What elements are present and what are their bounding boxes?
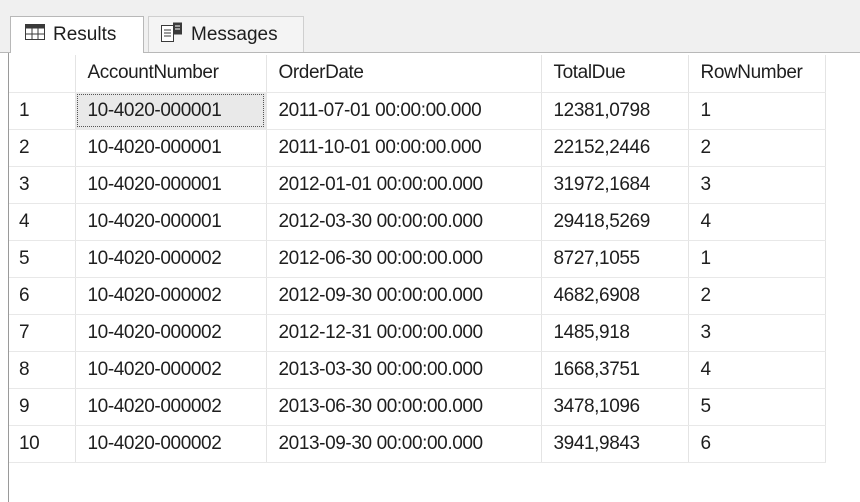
total-due-cell[interactable]: 31972,1684 bbox=[541, 166, 689, 204]
header-account-number[interactable]: AccountNumber bbox=[75, 55, 267, 93]
table-row[interactable]: 7 10-4020-000002 2012-12-31 00:00:00.000 14… bbox=[9, 314, 826, 352]
header-order-date[interactable]: OrderDate bbox=[266, 55, 542, 93]
row-number-header[interactable] bbox=[9, 55, 76, 93]
row-header-cell[interactable]: 4 bbox=[9, 203, 76, 241]
tab-results[interactable]: Results bbox=[10, 16, 144, 53]
order-date-cell[interactable]: 2012-12-31 00:00:00.000 bbox=[266, 314, 542, 352]
order-date-cell[interactable]: 2011-10-01 00:00:00.000 bbox=[266, 129, 542, 167]
row-header-cell[interactable]: 1 bbox=[9, 92, 76, 130]
row-number-cell[interactable]: 1 bbox=[688, 92, 826, 130]
table-row[interactable]: 8 10-4020-000002 2013-03-30 00:00:00.000 16… bbox=[9, 351, 826, 389]
row-header-cell[interactable]: 5 bbox=[9, 240, 76, 278]
row-number-cell[interactable]: 6 bbox=[688, 425, 826, 463]
row-header-cell[interactable]: 3 bbox=[9, 166, 76, 204]
account-number-cell[interactable]: 10-4020-000002 bbox=[75, 425, 267, 463]
table-row[interactable]: 5 10-4020-000002 2012-06-30 00:00:00.000 87… bbox=[9, 240, 826, 278]
account-number-cell[interactable]: 10-4020-000002 bbox=[75, 314, 267, 352]
grid-header-row: AccountNumber OrderDate TotalDue RowNumber bbox=[9, 55, 826, 93]
row-header-cell[interactable]: 8 bbox=[9, 351, 76, 389]
tab-messages[interactable]: Messages bbox=[148, 16, 304, 52]
order-date-cell[interactable]: 2012-01-01 00:00:00.000 bbox=[266, 166, 542, 204]
row-number-cell[interactable]: 2 bbox=[688, 129, 826, 167]
table-row[interactable]: 6 10-4020-000002 2012-09-30 00:00:00.000 46… bbox=[9, 277, 826, 315]
table-row[interactable]: 3 10-4020-000001 2012-01-01 00:00:00.000 31… bbox=[9, 166, 826, 204]
tab-messages-label: Messages bbox=[191, 23, 278, 45]
results-tab-bar: Results Messages bbox=[0, 6, 860, 53]
row-header-cell[interactable]: 7 bbox=[9, 314, 76, 352]
account-number-cell[interactable]: 10-4020-000001 bbox=[75, 166, 267, 204]
header-total-due[interactable]: TotalDue bbox=[541, 55, 689, 93]
table-row[interactable]: 10 10-4020-000002 2013-09-30 00:00:00.000 3… bbox=[9, 425, 826, 463]
row-number-cell[interactable]: 5 bbox=[688, 388, 826, 426]
table-row[interactable]: 4 10-4020-000001 2012-03-30 00:00:00.000 29… bbox=[9, 203, 826, 241]
table-row[interactable]: 1 10-4020-000001 2011-07-01 00:00:00.000 12… bbox=[9, 92, 826, 130]
order-date-cell[interactable]: 2012-03-30 00:00:00.000 bbox=[266, 203, 542, 241]
account-number-cell[interactable]: 10-4020-000002 bbox=[75, 388, 267, 426]
row-number-cell[interactable]: 2 bbox=[688, 277, 826, 315]
row-number-cell[interactable]: 3 bbox=[688, 166, 826, 204]
grid-icon bbox=[25, 24, 45, 46]
total-due-cell[interactable]: 29418,5269 bbox=[541, 203, 689, 241]
row-header-cell[interactable]: 2 bbox=[9, 129, 76, 167]
table-row[interactable]: 9 10-4020-000002 2013-06-30 00:00:00.000 34… bbox=[9, 388, 826, 426]
results-grid-panel: AccountNumber OrderDate TotalDue RowNumber … bbox=[0, 53, 860, 502]
tab-results-label: Results bbox=[53, 24, 117, 45]
row-header-cell[interactable]: 10 bbox=[9, 425, 76, 463]
total-due-cell[interactable]: 22152,2446 bbox=[541, 129, 689, 167]
total-due-cell[interactable]: 12381,0798 bbox=[541, 92, 689, 130]
account-number-cell[interactable]: 10-4020-000001 bbox=[75, 92, 267, 130]
results-grid: AccountNumber OrderDate TotalDue RowNumber … bbox=[9, 55, 826, 463]
order-date-cell[interactable]: 2011-07-01 00:00:00.000 bbox=[266, 92, 542, 130]
total-due-cell[interactable]: 3478,1096 bbox=[541, 388, 689, 426]
row-number-cell[interactable]: 4 bbox=[688, 203, 826, 241]
order-date-cell[interactable]: 2013-03-30 00:00:00.000 bbox=[266, 351, 542, 389]
messages-icon bbox=[161, 22, 183, 48]
row-number-cell[interactable]: 4 bbox=[688, 351, 826, 389]
header-row-number[interactable]: RowNumber bbox=[688, 55, 826, 93]
account-number-cell[interactable]: 10-4020-000001 bbox=[75, 203, 267, 241]
table-row[interactable]: 2 10-4020-000001 2011-10-01 00:00:00.000 22… bbox=[9, 129, 826, 167]
order-date-cell[interactable]: 2012-06-30 00:00:00.000 bbox=[266, 240, 542, 278]
account-number-cell[interactable]: 10-4020-000002 bbox=[75, 351, 267, 389]
account-number-cell[interactable]: 10-4020-000001 bbox=[75, 129, 267, 167]
account-number-cell[interactable]: 10-4020-000002 bbox=[75, 277, 267, 315]
total-due-cell[interactable]: 8727,1055 bbox=[541, 240, 689, 278]
row-number-cell[interactable]: 3 bbox=[688, 314, 826, 352]
total-due-cell[interactable]: 4682,6908 bbox=[541, 277, 689, 315]
order-date-cell[interactable]: 2012-09-30 00:00:00.000 bbox=[266, 277, 542, 315]
account-number-cell[interactable]: 10-4020-000002 bbox=[75, 240, 267, 278]
total-due-cell[interactable]: 3941,9843 bbox=[541, 425, 689, 463]
row-header-cell[interactable]: 9 bbox=[9, 388, 76, 426]
row-header-cell[interactable]: 6 bbox=[9, 277, 76, 315]
row-number-cell[interactable]: 1 bbox=[688, 240, 826, 278]
total-due-cell[interactable]: 1485,918 bbox=[541, 314, 689, 352]
total-due-cell[interactable]: 1668,3751 bbox=[541, 351, 689, 389]
order-date-cell[interactable]: 2013-09-30 00:00:00.000 bbox=[266, 425, 542, 463]
order-date-cell[interactable]: 2013-06-30 00:00:00.000 bbox=[266, 388, 542, 426]
